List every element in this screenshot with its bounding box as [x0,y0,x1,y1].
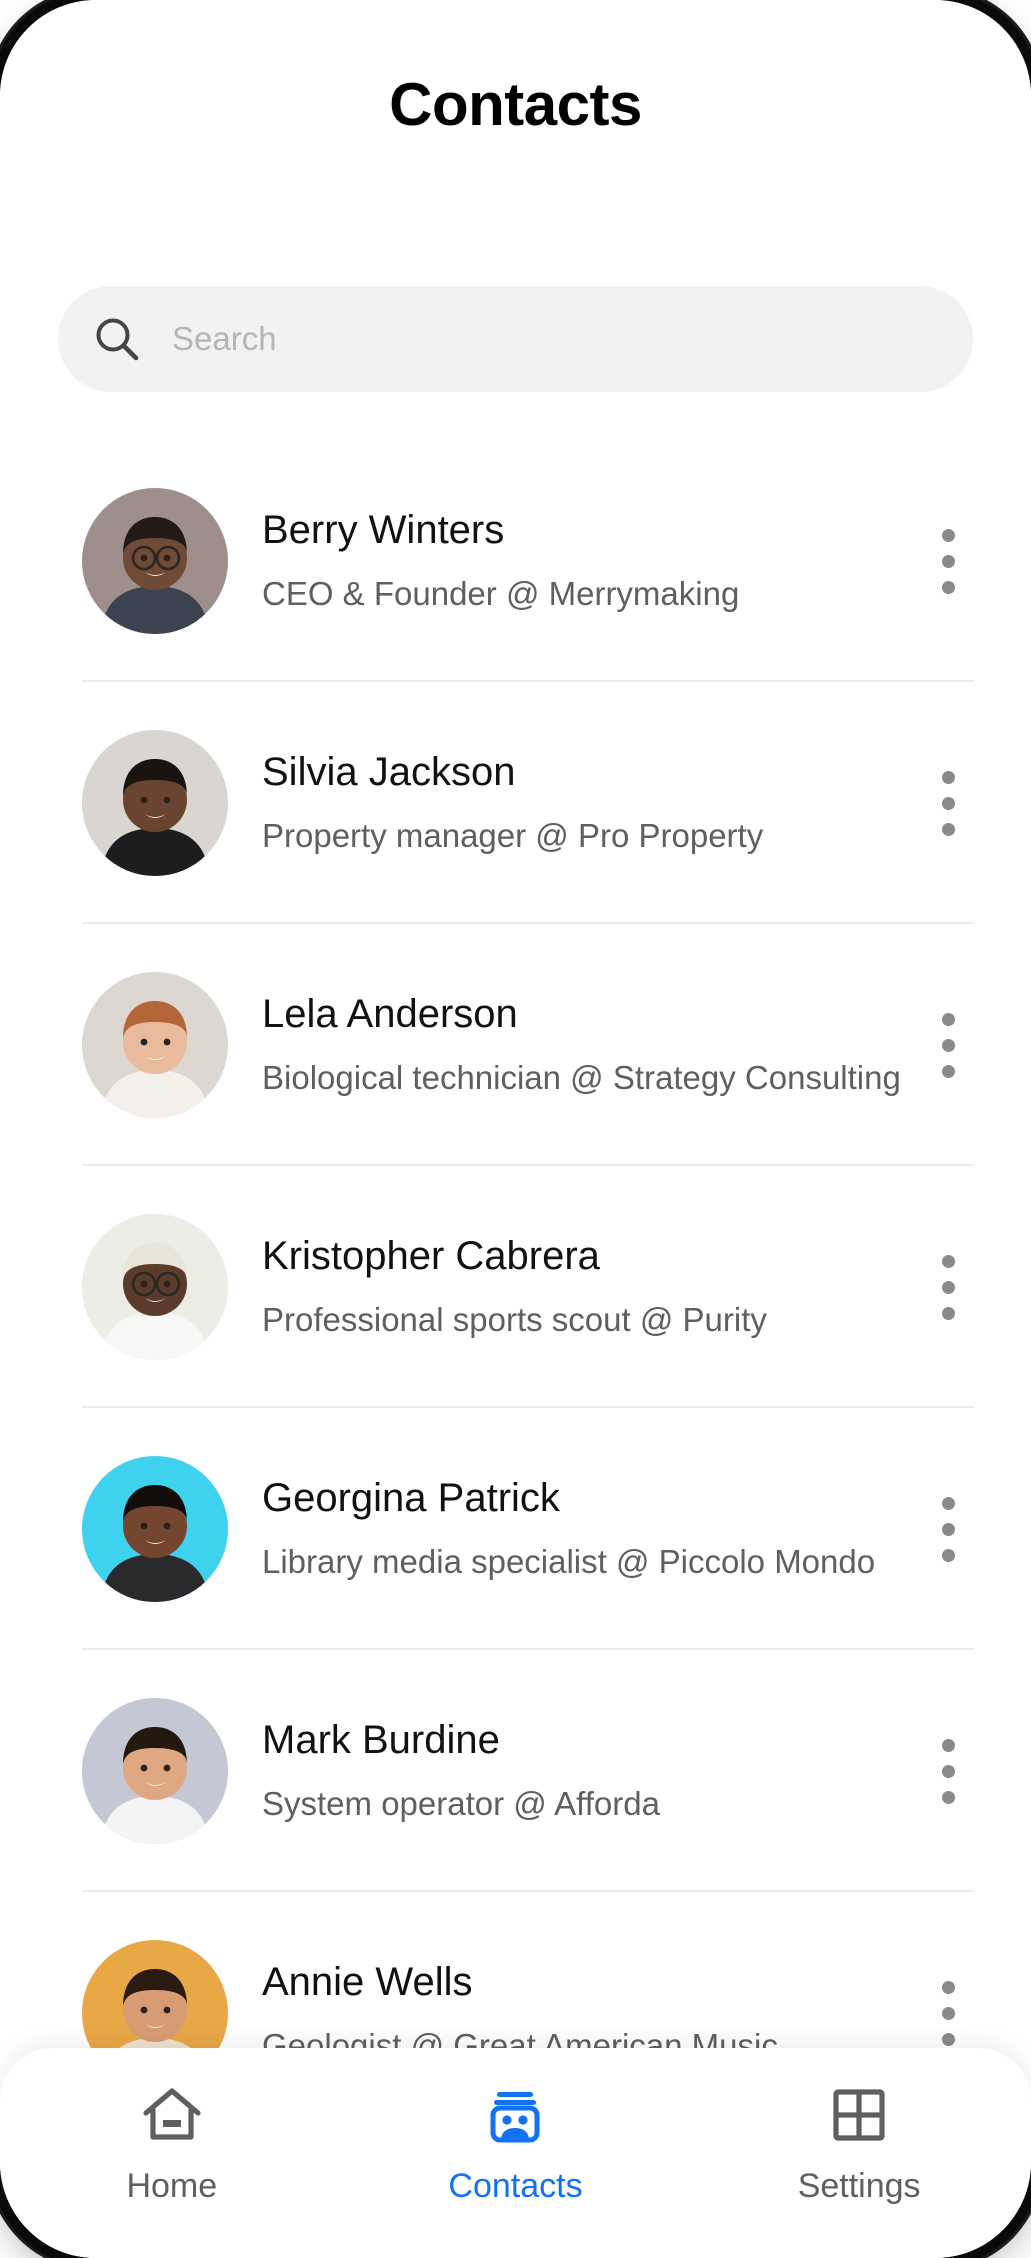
contact-row[interactable]: Mark Burdine System operator @ Afforda [0,1650,1031,1892]
more-vertical-icon[interactable] [923,1723,973,1819]
contact-name: Berry Winters [262,508,505,552]
avatar [82,972,228,1118]
nav-label-contacts: Contacts [448,2167,583,2205]
more-vertical-icon[interactable] [923,513,973,609]
nav-item-contacts[interactable]: Contacts [395,2084,635,2206]
contact-name: Kristopher Cabrera [262,1234,600,1278]
contact-role: Property manager @ Pro Property [262,817,764,854]
more-vertical-icon[interactable] [923,1481,973,1577]
contact-text: Georgina Patrick Library media specialist… [262,1472,913,1586]
contact-role: Biological technician @ Strategy Consult… [262,1059,901,1096]
contact-row[interactable]: Silvia Jackson Property manager @ Pro Pro… [0,682,1031,924]
contact-list[interactable]: Berry Winters CEO & Founder @ Merrymaking… [0,440,1031,2258]
contacts-icon [490,2092,540,2143]
more-vertical-icon[interactable] [923,1965,973,2061]
avatar [82,1698,228,1844]
nav-item-home[interactable]: Home [52,2084,292,2206]
contact-role: CEO & Founder @ Merrymaking [262,575,740,612]
nav-label-home: Home [126,2167,218,2205]
contact-row[interactable]: Berry Winters CEO & Founder @ Merrymaking [0,440,1031,682]
avatar [82,1214,228,1360]
phone-frame: Contacts Berry WintersCEO [0,0,1031,2258]
home-icon [143,2088,201,2140]
contact-text: Berry Winters CEO & Founder @ Merrymaking [262,504,913,618]
contact-name: Silvia Jackson [262,750,516,794]
contact-name: Georgina Patrick [262,1476,560,1520]
more-vertical-icon[interactable] [923,997,973,1093]
contact-role: System operator @ Afforda [262,1785,660,1822]
grid-icon [833,2089,885,2141]
contact-text: Kristopher Cabrera Professional sports sc… [262,1230,913,1344]
contact-text: Mark Burdine System operator @ Afforda [262,1714,913,1828]
contact-name: Mark Burdine [262,1718,500,1762]
avatar [82,730,228,876]
contact-row[interactable]: Kristopher Cabrera Professional sports sc… [0,1166,1031,1408]
nav-item-settings[interactable]: Settings [739,2084,979,2206]
bottom-navigation-bar: Home Contacts Settings [0,2048,1031,2258]
contact-text: Silvia Jackson Property manager @ Pro Pro… [262,746,913,860]
contact-role: Professional sports scout @ Purity [262,1301,767,1338]
contact-role: Library media specialist @ Piccolo Mondo [262,1543,876,1580]
contact-name: Annie Wells [262,1960,473,2004]
page-title: Contacts [389,71,642,138]
contact-row[interactable]: Lela Anderson Biological technician @ Str… [0,924,1031,1166]
more-vertical-icon[interactable] [923,755,973,851]
app-screen: Contacts Berry WintersCEO [0,0,1031,2258]
search-bar[interactable] [58,286,973,392]
search-input[interactable] [172,309,973,369]
avatar [82,488,228,634]
contact-text: Lela Anderson Biological technician @ Str… [262,988,913,1102]
more-vertical-icon[interactable] [923,1239,973,1335]
contact-row[interactable]: Georgina Patrick Library media specialist… [0,1408,1031,1650]
contact-name: Lela Anderson [262,992,518,1036]
nav-label-settings: Settings [797,2167,921,2205]
search-icon [96,318,139,361]
avatar [82,1456,228,1602]
